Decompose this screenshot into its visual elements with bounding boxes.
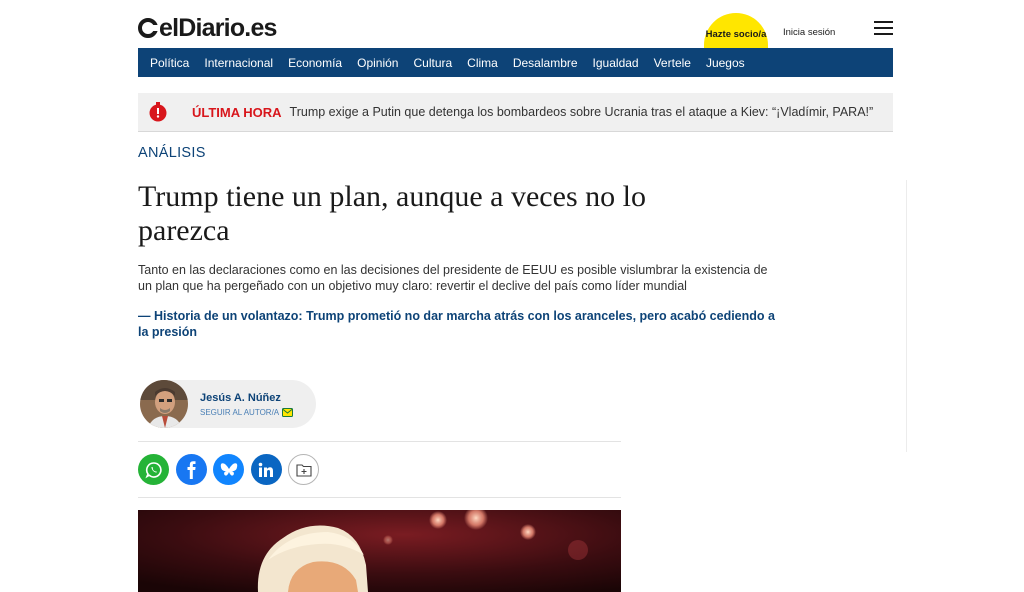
login-link[interactable]: Inicia sesión: [783, 27, 835, 38]
article-lead-photo: [138, 510, 621, 592]
linkedin-icon: [258, 462, 273, 477]
breaking-headline[interactable]: Trump exige a Putin que detenga los bomb…: [290, 105, 874, 119]
section-label[interactable]: ANÁLISIS: [138, 145, 206, 161]
breaking-label: ÚLTIMA HORA: [192, 104, 282, 120]
article-headline: Trump tiene un plan, aunque a veces no l…: [138, 180, 646, 247]
facebook-share-button[interactable]: [175, 454, 207, 485]
divider-top: [138, 441, 621, 442]
save-button[interactable]: [288, 454, 319, 485]
hamburger-menu-icon[interactable]: [874, 21, 893, 36]
main-nav: Política Internacional Economía Opinión …: [138, 48, 893, 77]
site-logo[interactable]: elDiario.es: [138, 14, 277, 42]
bluesky-share-button[interactable]: [213, 454, 244, 485]
article-lead: Tanto en las declaraciones como en las d…: [138, 263, 768, 293]
envelope-icon: [282, 407, 294, 417]
nav-item-internacional[interactable]: Internacional: [204, 56, 273, 70]
author-card: Jesús A. Núñez SEGUIR AL AUTOR/A: [140, 380, 316, 428]
save-folder-icon: [295, 463, 312, 477]
whatsapp-share-button[interactable]: [138, 454, 169, 485]
nav-item-juegos[interactable]: Juegos: [706, 56, 745, 70]
site-header: elDiario.es Hazte socio/a Inicia sesión: [138, 0, 893, 51]
facebook-icon: [187, 460, 196, 479]
sidebar-divider: [906, 180, 907, 452]
nav-item-igualdad[interactable]: Igualdad: [593, 56, 639, 70]
divider-bottom: [138, 497, 621, 498]
nav-item-politica[interactable]: Política: [150, 56, 189, 70]
nav-item-economia[interactable]: Economía: [288, 56, 342, 70]
logo-mark-icon: [138, 18, 159, 38]
author-name[interactable]: Jesús A. Núñez: [200, 392, 293, 404]
author-avatar[interactable]: [140, 380, 188, 428]
nav-item-clima[interactable]: Clima: [467, 56, 498, 70]
follow-author-button[interactable]: SEGUIR AL AUTOR/A: [200, 407, 294, 417]
nav-item-vertele[interactable]: Vertele: [654, 56, 691, 70]
breaking-news-bar[interactable]: ÚLTIMA HORA Trump exige a Putin que dete…: [138, 93, 893, 132]
whatsapp-icon: [144, 461, 162, 478]
share-bar: [138, 454, 326, 485]
nav-item-cultura[interactable]: Cultura: [413, 56, 452, 70]
nav-item-desalambre[interactable]: Desalambre: [513, 56, 578, 70]
stopwatch-alert-icon: [149, 102, 167, 122]
nav-item-opinion[interactable]: Opinión: [357, 56, 398, 70]
subscribe-button[interactable]: Hazte socio/a: [704, 13, 768, 51]
bluesky-icon: [220, 462, 237, 476]
related-article-link[interactable]: — Historia de un volantazo: Trump promet…: [138, 308, 778, 340]
logo-text: elDiario.es: [159, 14, 277, 42]
linkedin-share-button[interactable]: [250, 454, 282, 485]
follow-label: SEGUIR AL AUTOR/A: [200, 407, 280, 417]
